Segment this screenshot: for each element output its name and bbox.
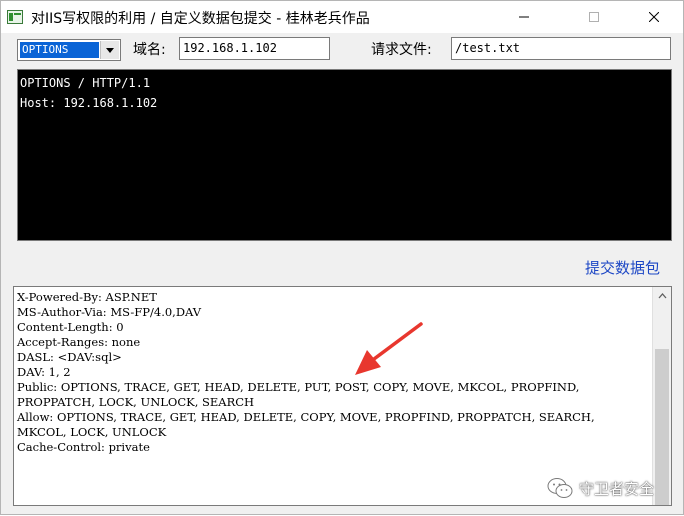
request-textarea[interactable]: OPTIONS / HTTP/1.1 Host: 192.168.1.102 [17,69,672,241]
app-icon [7,10,23,24]
request-line: Host: 192.168.1.102 [20,96,158,110]
response-line: Public: OPTIONS, TRACE, GET, HEAD, DELET… [17,380,580,394]
submit-packet-button[interactable]: 提交数据包 [585,257,660,278]
minimize-button[interactable] [501,1,547,33]
close-button[interactable] [631,1,677,33]
maximize-icon [589,12,599,22]
response-line: DASL: <DAV:sql> [17,350,122,364]
close-icon [649,12,659,22]
scroll-up-button[interactable] [653,287,671,305]
response-line: X-Powered-By: ASP.NET [17,290,157,304]
request-line: OPTIONS / HTTP/1.1 [20,76,151,90]
domain-label: 域名: [133,42,166,58]
title-bar: 对IIS写权限的利用 / 自定义数据包提交 - 桂林老兵作品 [1,1,683,33]
chevron-down-icon [106,47,114,53]
response-line: Allow: OPTIONS, TRACE, GET, HEAD, DELETE… [17,410,595,424]
vertical-scrollbar[interactable] [652,287,671,505]
response-line: DAV: 1, 2 [17,365,71,379]
response-line: MKCOL, LOCK, UNLOCK [17,425,167,439]
response-line: Cache-Control: private [17,440,150,454]
response-line: PROPPATCH, LOCK, UNLOCK, SEARCH [17,395,255,409]
watermark-text: 守卫者安全 [579,479,655,498]
maximize-button[interactable] [571,1,617,33]
window-title: 对IIS写权限的利用 / 自定义数据包提交 - 桂林老兵作品 [31,11,370,27]
minimize-icon [519,16,529,18]
response-line: Content-Length: 0 [17,320,124,334]
file-label: 请求文件: [371,42,432,58]
method-select[interactable]: OPTIONS [17,39,121,61]
domain-input[interactable]: 192.168.1.102 [179,37,330,60]
response-text: X-Powered-By: ASP.NET MS-Author-Via: MS-… [17,290,653,455]
request-file-input[interactable]: /test.txt [451,37,671,60]
response-line: Accept-Ranges: none [17,335,141,349]
scroll-thumb[interactable] [655,349,669,505]
app-window: 对IIS写权限的利用 / 自定义数据包提交 - 桂林老兵作品 OPTIONS 域… [0,0,684,515]
response-line: MS-Author-Via: MS-FP/4.0,DAV [17,305,202,319]
dropdown-button[interactable] [100,41,119,59]
watermark: 守卫者安全 [547,477,654,499]
method-value: OPTIONS [20,42,99,58]
wechat-icon [547,478,573,498]
chevron-up-icon [658,293,666,299]
response-textarea[interactable]: X-Powered-By: ASP.NET MS-Author-Via: MS-… [13,286,672,506]
